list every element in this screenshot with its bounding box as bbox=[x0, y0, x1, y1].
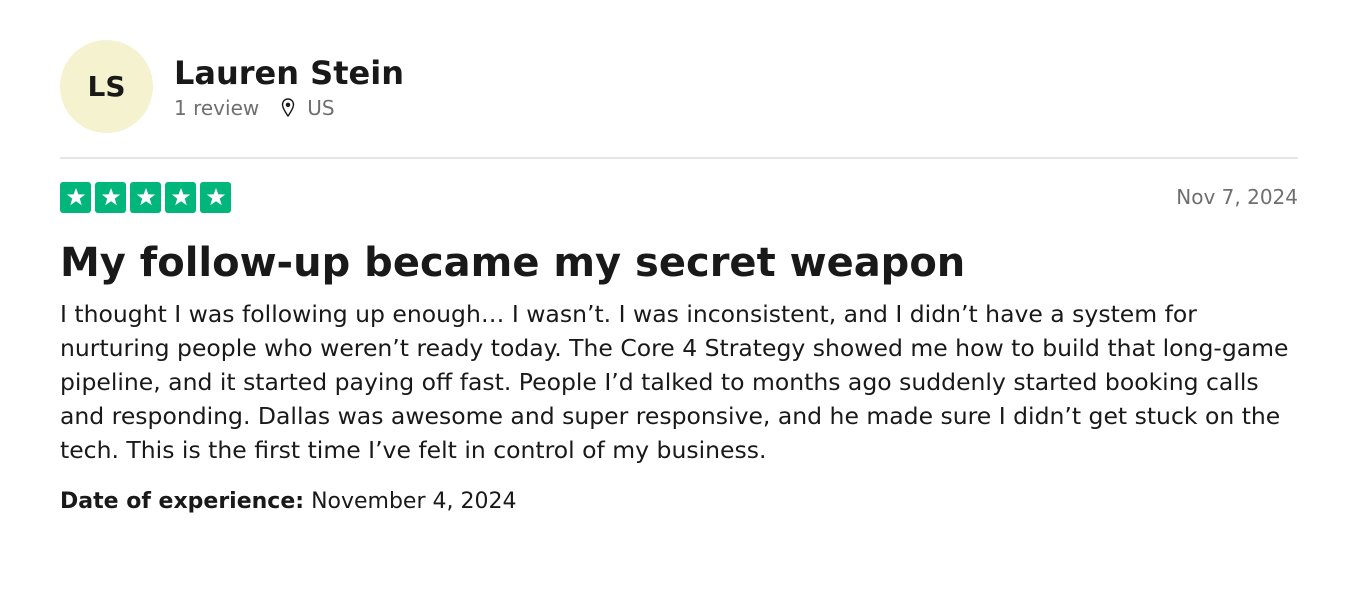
star-icon bbox=[165, 181, 196, 213]
divider bbox=[60, 157, 1298, 159]
reviewer-header: LS Lauren Stein 1 review US bbox=[60, 40, 1298, 133]
review-date: Nov 7, 2024 bbox=[1176, 185, 1298, 209]
review-body: I thought I was following up enough… I w… bbox=[60, 300, 1289, 464]
avatar-initials: LS bbox=[87, 70, 126, 103]
review-card: LS Lauren Stein 1 review US Nov 7, 2024 … bbox=[60, 40, 1298, 517]
star-icon bbox=[200, 181, 231, 213]
experience-date: November 4, 2024 bbox=[311, 489, 517, 514]
avatar[interactable]: LS bbox=[60, 40, 153, 133]
rating-row: Nov 7, 2024 bbox=[60, 181, 1298, 213]
reviewer-location: US bbox=[281, 95, 335, 121]
reviewer-name[interactable]: Lauren Stein bbox=[174, 53, 404, 93]
review-title[interactable]: My follow-up became my secret weapon bbox=[60, 237, 1298, 289]
date-of-experience: Date of experience: November 4, 2024 bbox=[60, 487, 1298, 517]
star-icon bbox=[95, 181, 126, 213]
review-count: 1 review bbox=[174, 95, 260, 120]
star-icon bbox=[60, 181, 91, 213]
star-icon bbox=[130, 181, 161, 213]
map-pin-icon bbox=[281, 97, 295, 118]
reviewer-country: US bbox=[307, 95, 335, 120]
star-rating bbox=[60, 181, 231, 213]
reviewer-meta: 1 review US bbox=[174, 95, 404, 121]
reviewer-info: Lauren Stein 1 review US bbox=[174, 53, 404, 121]
experience-label: Date of experience: bbox=[60, 489, 305, 514]
